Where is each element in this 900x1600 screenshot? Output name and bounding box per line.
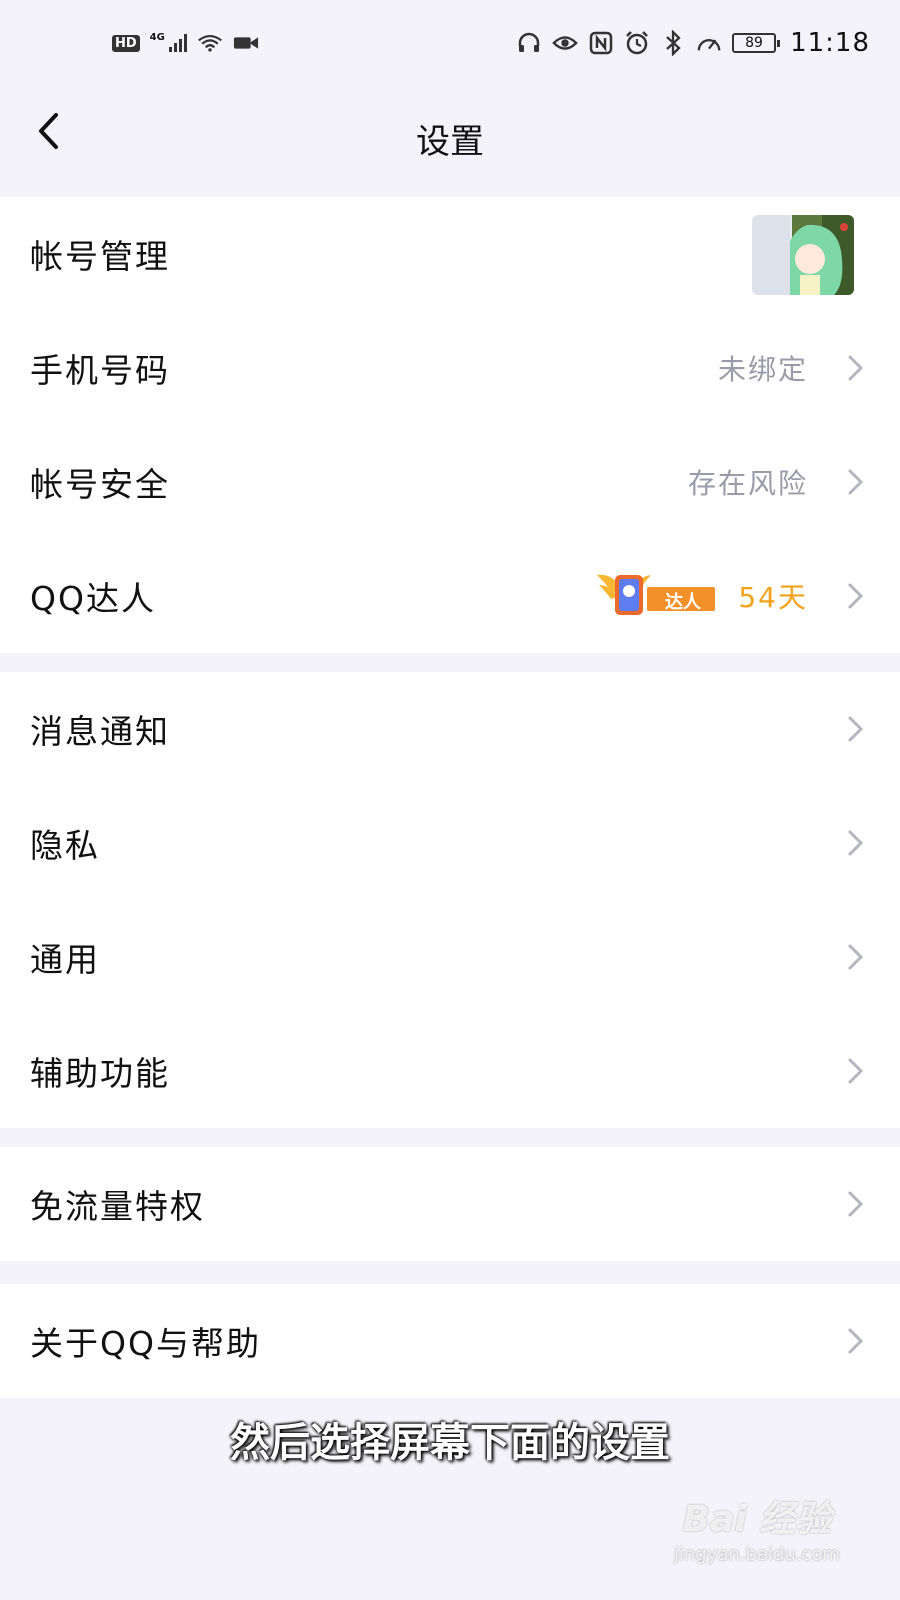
page-title: 设置 <box>416 122 484 162</box>
hd-indicator: HD <box>112 34 140 52</box>
settings-group-data: 免流量特权 <box>0 1147 900 1261</box>
accessibility-row[interactable]: 辅助功能 <box>0 1014 900 1128</box>
settings-group-account: 帐号管理 手机号码 未绑定 帐号安全 存在风险 QQ达人 达人 54天 <box>0 197 900 653</box>
row-label: 通用 <box>30 940 100 979</box>
bluetooth-icon <box>660 30 686 56</box>
row-value: 未绑定 <box>717 353 808 386</box>
chevron-right-icon <box>848 355 864 381</box>
notifications-row[interactable]: 消息通知 <box>0 672 900 786</box>
expert-badge-icon: 达人 <box>595 567 720 625</box>
watermark: Bai 经验 jingyan.baidu.com <box>674 1490 840 1565</box>
qq-expert-row[interactable]: QQ达人 达人 54天 <box>0 539 900 653</box>
row-label: 帐号管理 <box>30 237 170 276</box>
row-label: 消息通知 <box>30 712 170 751</box>
watermark-url: jingyan.baidu.com <box>673 1544 840 1565</box>
row-label: QQ达人 <box>30 579 156 618</box>
general-row[interactable]: 通用 <box>0 900 900 1014</box>
account-security-row[interactable]: 帐号安全 存在风险 <box>0 425 900 539</box>
privacy-row[interactable]: 隐私 <box>0 786 900 900</box>
network-type: 4G <box>149 31 165 43</box>
badge-label: 达人 <box>665 592 701 613</box>
watermark-logo: Bai 经验 <box>682 1499 832 1540</box>
nfc-icon <box>588 30 614 56</box>
wifi-icon <box>197 30 223 56</box>
free-data-privilege-row[interactable]: 免流量特权 <box>0 1147 900 1261</box>
headset-icon <box>516 30 542 56</box>
settings-group-about: 关于QQ与帮助 <box>0 1284 900 1398</box>
row-label: 辅助功能 <box>30 1054 170 1093</box>
row-value: 54天 <box>738 581 808 614</box>
row-label: 隐私 <box>30 826 100 865</box>
chevron-right-icon <box>848 716 864 742</box>
chevron-right-icon <box>848 469 864 495</box>
account-management-row[interactable]: 帐号管理 <box>0 197 900 311</box>
speedometer-icon <box>696 30 722 56</box>
eye-icon <box>552 30 578 56</box>
chevron-right-icon <box>848 944 864 970</box>
status-left: HD 4G <box>112 30 259 56</box>
row-label: 关于QQ与帮助 <box>30 1324 261 1363</box>
video-camera-icon <box>233 30 259 56</box>
chevron-right-icon <box>848 1058 864 1084</box>
battery-indicator: 89 <box>732 33 781 53</box>
settings-group-general: 消息通知 隐私 通用 辅助功能 <box>0 672 900 1128</box>
row-value: 存在风险 <box>687 467 808 500</box>
chevron-right-icon <box>848 1191 864 1217</box>
about-help-row[interactable]: 关于QQ与帮助 <box>0 1284 900 1398</box>
chevron-right-icon <box>848 1328 864 1354</box>
chevron-right-icon <box>848 830 864 856</box>
status-right: 89 11:18 <box>516 28 870 58</box>
clock: 11:18 <box>790 28 870 58</box>
phone-number-row[interactable]: 手机号码 未绑定 <box>0 311 900 425</box>
avatar[interactable] <box>752 215 854 295</box>
row-label: 免流量特权 <box>30 1187 205 1226</box>
nav-bar: 设置 <box>0 90 900 200</box>
signal-icon <box>168 34 187 52</box>
chevron-right-icon <box>848 583 864 609</box>
status-bar: HD 4G 89 11:18 <box>0 0 900 90</box>
alarm-icon <box>624 30 650 56</box>
row-label: 手机号码 <box>30 351 170 390</box>
video-caption: 然后选择屏幕下面的设置 <box>230 1420 670 1466</box>
row-label: 帐号安全 <box>30 465 170 504</box>
